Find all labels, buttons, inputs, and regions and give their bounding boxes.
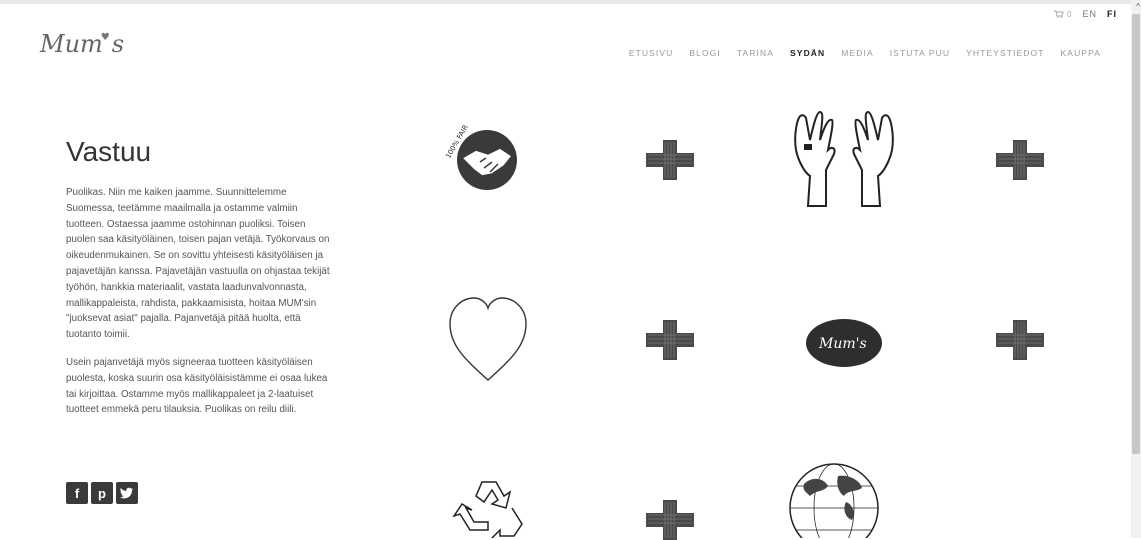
cart-count: 0 <box>1067 9 1073 19</box>
plus-sign-icon <box>646 320 694 360</box>
heart-icon: ♥ <box>100 32 110 43</box>
nav-item-yhteystiedot[interactable]: YHTEYSTIEDOT <box>966 48 1044 58</box>
cart-link[interactable]: 0 <box>1054 10 1072 19</box>
open-hands-icon <box>788 110 900 212</box>
nav-item-blogi[interactable]: BLOGI <box>689 48 720 58</box>
plus-sign-icon <box>996 140 1044 180</box>
facebook-icon[interactable]: f <box>66 482 88 504</box>
logo-suffix: s <box>111 30 125 58</box>
scrollbar[interactable]: ^ <box>1131 0 1141 538</box>
twitter-icon[interactable] <box>116 482 138 504</box>
recycle-icon <box>452 478 536 538</box>
main-nav: ETUSIVU BLOGI TARINA SYDÄN MEDIA ISTUTA … <box>629 48 1101 58</box>
site-logo[interactable]: Mum♥s <box>40 30 124 58</box>
fair-trade-handshake-icon: 100% FAIR <box>440 110 530 200</box>
heart-outline-icon <box>446 294 530 382</box>
scroll-up-icon[interactable]: ^ <box>1136 2 1140 11</box>
pinterest-icon[interactable]: p <box>91 482 113 504</box>
body-text: Puolikas. Niin me kaiken jaamme. Suunnit… <box>66 185 334 430</box>
nav-item-istuta-puu[interactable]: ISTUTA PUU <box>890 48 950 58</box>
mums-badge-logo: Mum's <box>805 318 883 368</box>
twitter-bird-icon <box>120 487 133 499</box>
scroll-thumb[interactable] <box>1132 14 1140 454</box>
topbar-right: 0 EN FI <box>1054 9 1117 19</box>
paragraph-1: Puolikas. Niin me kaiken jaamme. Suunnit… <box>66 187 330 341</box>
social-links: f p <box>66 482 138 504</box>
nav-item-etusivu[interactable]: ETUSIVU <box>629 48 674 58</box>
nav-item-tarina[interactable]: TARINA <box>737 48 774 58</box>
top-bar: 0 EN FI <box>0 0 1131 22</box>
nav-item-kauppa[interactable]: KAUPPA <box>1061 48 1101 58</box>
cart-icon <box>1054 10 1064 18</box>
globe-icon <box>788 462 880 538</box>
paragraph-2: Usein pajanvetäjä myös signeeraa tuottee… <box>66 356 328 416</box>
plus-sign-icon <box>996 320 1044 360</box>
logo-text: Mum <box>40 30 103 58</box>
plus-sign-icon <box>646 500 694 540</box>
nav-item-media[interactable]: MEDIA <box>841 48 873 58</box>
plus-sign-icon <box>646 140 694 180</box>
lang-en[interactable]: EN <box>1082 9 1097 19</box>
nav-item-sydan[interactable]: SYDÄN <box>790 48 825 58</box>
badge-logo-text: Mum's <box>818 336 867 352</box>
page-title: Vastuu <box>66 136 152 167</box>
lang-fi[interactable]: FI <box>1107 9 1117 19</box>
